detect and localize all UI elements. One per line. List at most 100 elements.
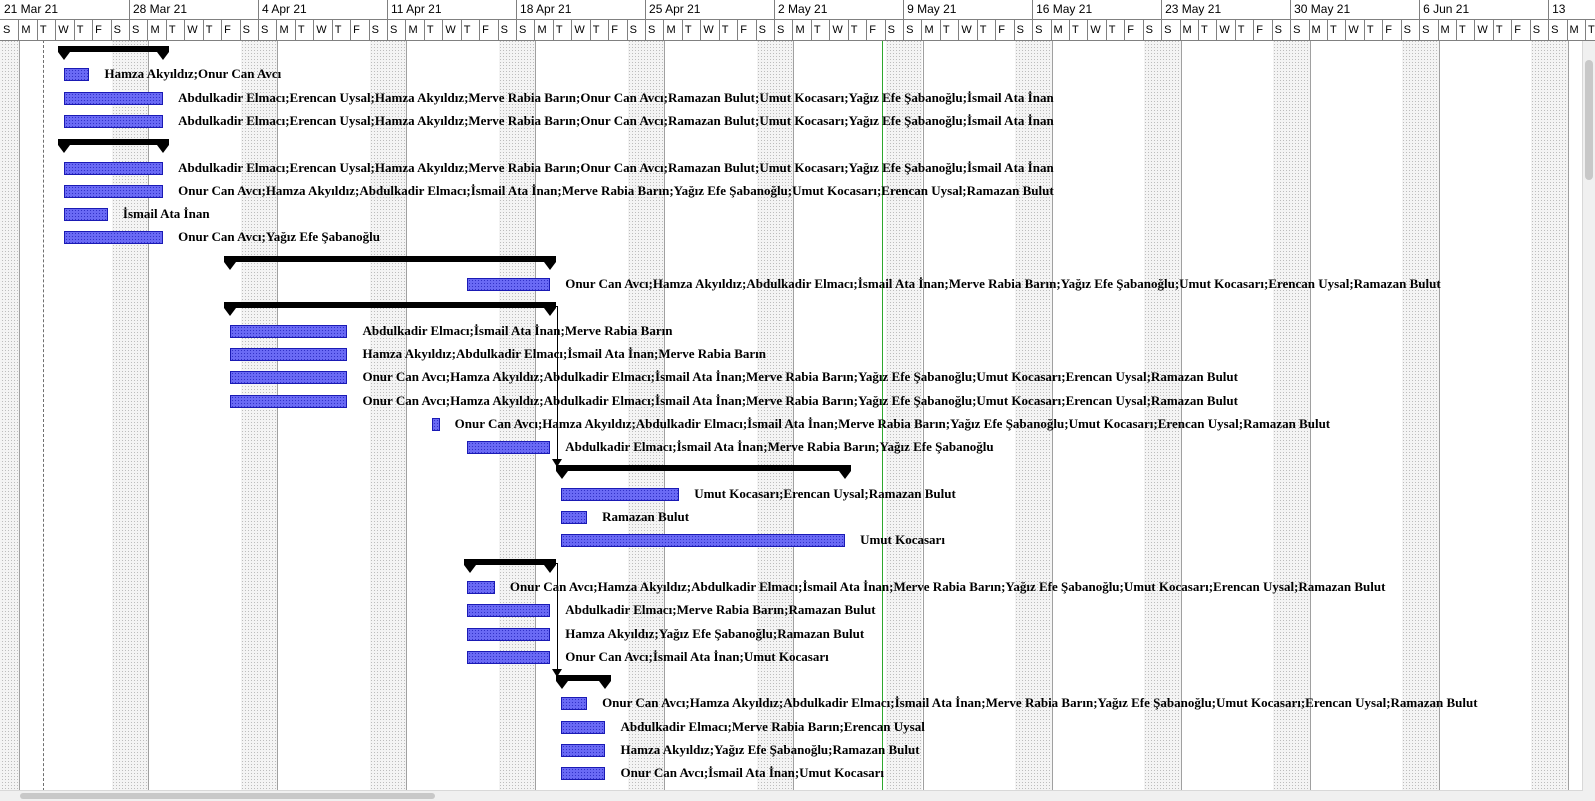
task-bar[interactable] — [432, 417, 440, 431]
weekend-shading — [1, 40, 20, 801]
timescale-day-cell: S — [1033, 20, 1052, 40]
timescale-day-cell: T — [978, 20, 997, 40]
task-bar[interactable] — [561, 487, 680, 501]
week-gridline — [148, 40, 150, 801]
timescale-day-cell: M — [1181, 20, 1199, 40]
vertical-scroll-thumb[interactable] — [1585, 60, 1593, 180]
timescale-day-cell: T — [849, 20, 868, 40]
timescale-week-cell: 28 Mar 21 — [130, 0, 259, 19]
timescale-day-cell: T — [941, 20, 960, 40]
timescale-week-cell: 25 Apr 21 — [646, 0, 776, 19]
task-resource-label: Onur Can Avcı;Hamza Akyıldız;Abdulkadir … — [602, 695, 1478, 711]
timescale-day-cell: T — [75, 20, 94, 40]
timescale-day-cell: S — [886, 20, 905, 40]
summary-bar[interactable] — [224, 255, 556, 270]
summary-bar[interactable] — [58, 46, 169, 60]
task-resource-label: Onur Can Avcı;İsmail Ata İnan;Umut Kocas… — [620, 765, 885, 781]
task-bar[interactable] — [229, 347, 348, 361]
summary-bar[interactable] — [555, 675, 612, 690]
timescale-day-cell: W — [1217, 20, 1236, 40]
timescale-day-cell: S — [370, 20, 389, 40]
task-bar[interactable] — [63, 184, 164, 198]
vertical-scrollbar[interactable] — [1582, 40, 1595, 801]
task-bar[interactable] — [561, 534, 846, 548]
timescale-day-cell: S — [1273, 20, 1292, 40]
summary-bar[interactable] — [555, 465, 851, 480]
task-bar[interactable] — [561, 767, 606, 781]
timescale-day-cell: T — [1107, 20, 1126, 40]
timescale-day-cell: T — [1236, 20, 1255, 40]
weekend-shading — [259, 40, 278, 801]
weekend-shading — [1420, 40, 1439, 801]
task-bar[interactable] — [467, 650, 551, 664]
task-resource-label: Onur Can Avcı;Hamza Akyıldız;Abdulkadir … — [509, 578, 1386, 594]
timescale-day-cell: S — [628, 20, 647, 40]
timescale-day-cell: M — [19, 20, 38, 40]
timescale-day-cell: T — [1199, 20, 1218, 40]
dependency-line — [556, 562, 558, 672]
task-bar[interactable] — [229, 324, 348, 338]
timescale-day-cell: S — [904, 20, 923, 40]
timescale-day-cell: M — [923, 20, 941, 40]
timescale-day-cell: W — [701, 20, 720, 40]
summary-bar[interactable] — [58, 139, 169, 154]
task-bar[interactable] — [63, 161, 164, 175]
timescale-day-cell: S — [757, 20, 776, 40]
week-gridline — [406, 40, 408, 801]
task-bar[interactable] — [229, 371, 348, 385]
task-bar[interactable] — [467, 580, 495, 594]
task-bar[interactable] — [63, 208, 108, 222]
timescale-day-cell: W — [572, 20, 591, 40]
task-bar[interactable] — [63, 68, 90, 82]
task-resource-label: Abdulkadir Elmacı;Erencan Uysal;Hamza Ak… — [178, 89, 1054, 105]
timescale-day-cell: S — [1531, 20, 1550, 40]
task-resource-label: Onur Can Avcı;Hamza Akyıldız;Abdulkadir … — [362, 369, 1238, 385]
timescale-week-cell: 9 May 21 — [904, 0, 1034, 19]
timescale-day-cell: M — [406, 20, 425, 40]
timescale-day-cell: T — [1328, 20, 1347, 40]
weekend-shading — [1549, 40, 1568, 801]
week-gridline — [1567, 40, 1569, 801]
timescale-day-cell: F — [738, 20, 757, 40]
timescale-day-cell: S — [646, 20, 665, 40]
task-resource-label: Hamza Akyıldız;Yağız Efe Şabanoğlu;Ramaz… — [565, 625, 865, 641]
timescale-week-cell: 21 Mar 21 — [1, 0, 130, 19]
task-bar[interactable] — [467, 278, 551, 291]
task-bar[interactable] — [561, 744, 606, 757]
task-bar[interactable] — [561, 697, 588, 711]
task-bar[interactable] — [63, 231, 164, 245]
timescale-day-cell: F — [222, 20, 241, 40]
timescale-day-cell: T — [591, 20, 610, 40]
weekend-shading — [111, 40, 130, 801]
timescale-day-cell: T — [683, 20, 702, 40]
task-bar[interactable] — [561, 511, 588, 524]
task-bar[interactable] — [467, 604, 551, 618]
timescale-day-cell: T — [462, 20, 481, 40]
task-bar[interactable] — [561, 720, 606, 734]
task-resource-label: Hamza Akyıldız;Onur Can Avcı — [104, 66, 282, 82]
task-bar[interactable] — [467, 441, 551, 455]
timescale-day-cell: W — [830, 20, 849, 40]
horizontal-scroll-thumb[interactable] — [20, 793, 435, 799]
timescale-day-cell: F — [351, 20, 370, 40]
task-resource-label: Onur Can Avcı;Yağız Efe Şabanoğlu — [178, 229, 380, 245]
task-bar[interactable] — [63, 114, 164, 128]
timescale-week-cell: 2 May 21 — [775, 0, 905, 19]
timescale-day-cell: T — [1070, 20, 1089, 40]
task-bar[interactable] — [467, 627, 551, 641]
horizontal-scrollbar[interactable] — [0, 790, 1583, 801]
timescale-day-cell: T — [38, 20, 57, 40]
task-resource-label: Abdulkadir Elmacı;Merve Rabia Barın;Eren… — [620, 718, 925, 734]
timescale-day-cell: M — [148, 20, 167, 40]
timescale-day-cell: T — [1494, 20, 1513, 40]
timescale-day-cell: S — [1144, 20, 1163, 40]
timescale-day-cell: M — [535, 20, 554, 40]
task-bar[interactable] — [229, 394, 348, 408]
timescale-week-cell: 23 May 21 — [1162, 0, 1292, 19]
task-resource-label: Ramazan Bulut — [602, 509, 690, 524]
gantt-chart-view[interactable]: 21 Mar 21 28 Mar 21 4 Apr 21 11 Apr 21 18 Ap… — [0, 0, 1595, 801]
summary-bar[interactable] — [463, 558, 556, 573]
task-bar[interactable] — [63, 91, 164, 105]
task-resource-label: Hamza Akyıldız;Yağız Efe Şabanoğlu;Ramaz… — [620, 742, 920, 757]
summary-bar[interactable] — [224, 302, 556, 317]
